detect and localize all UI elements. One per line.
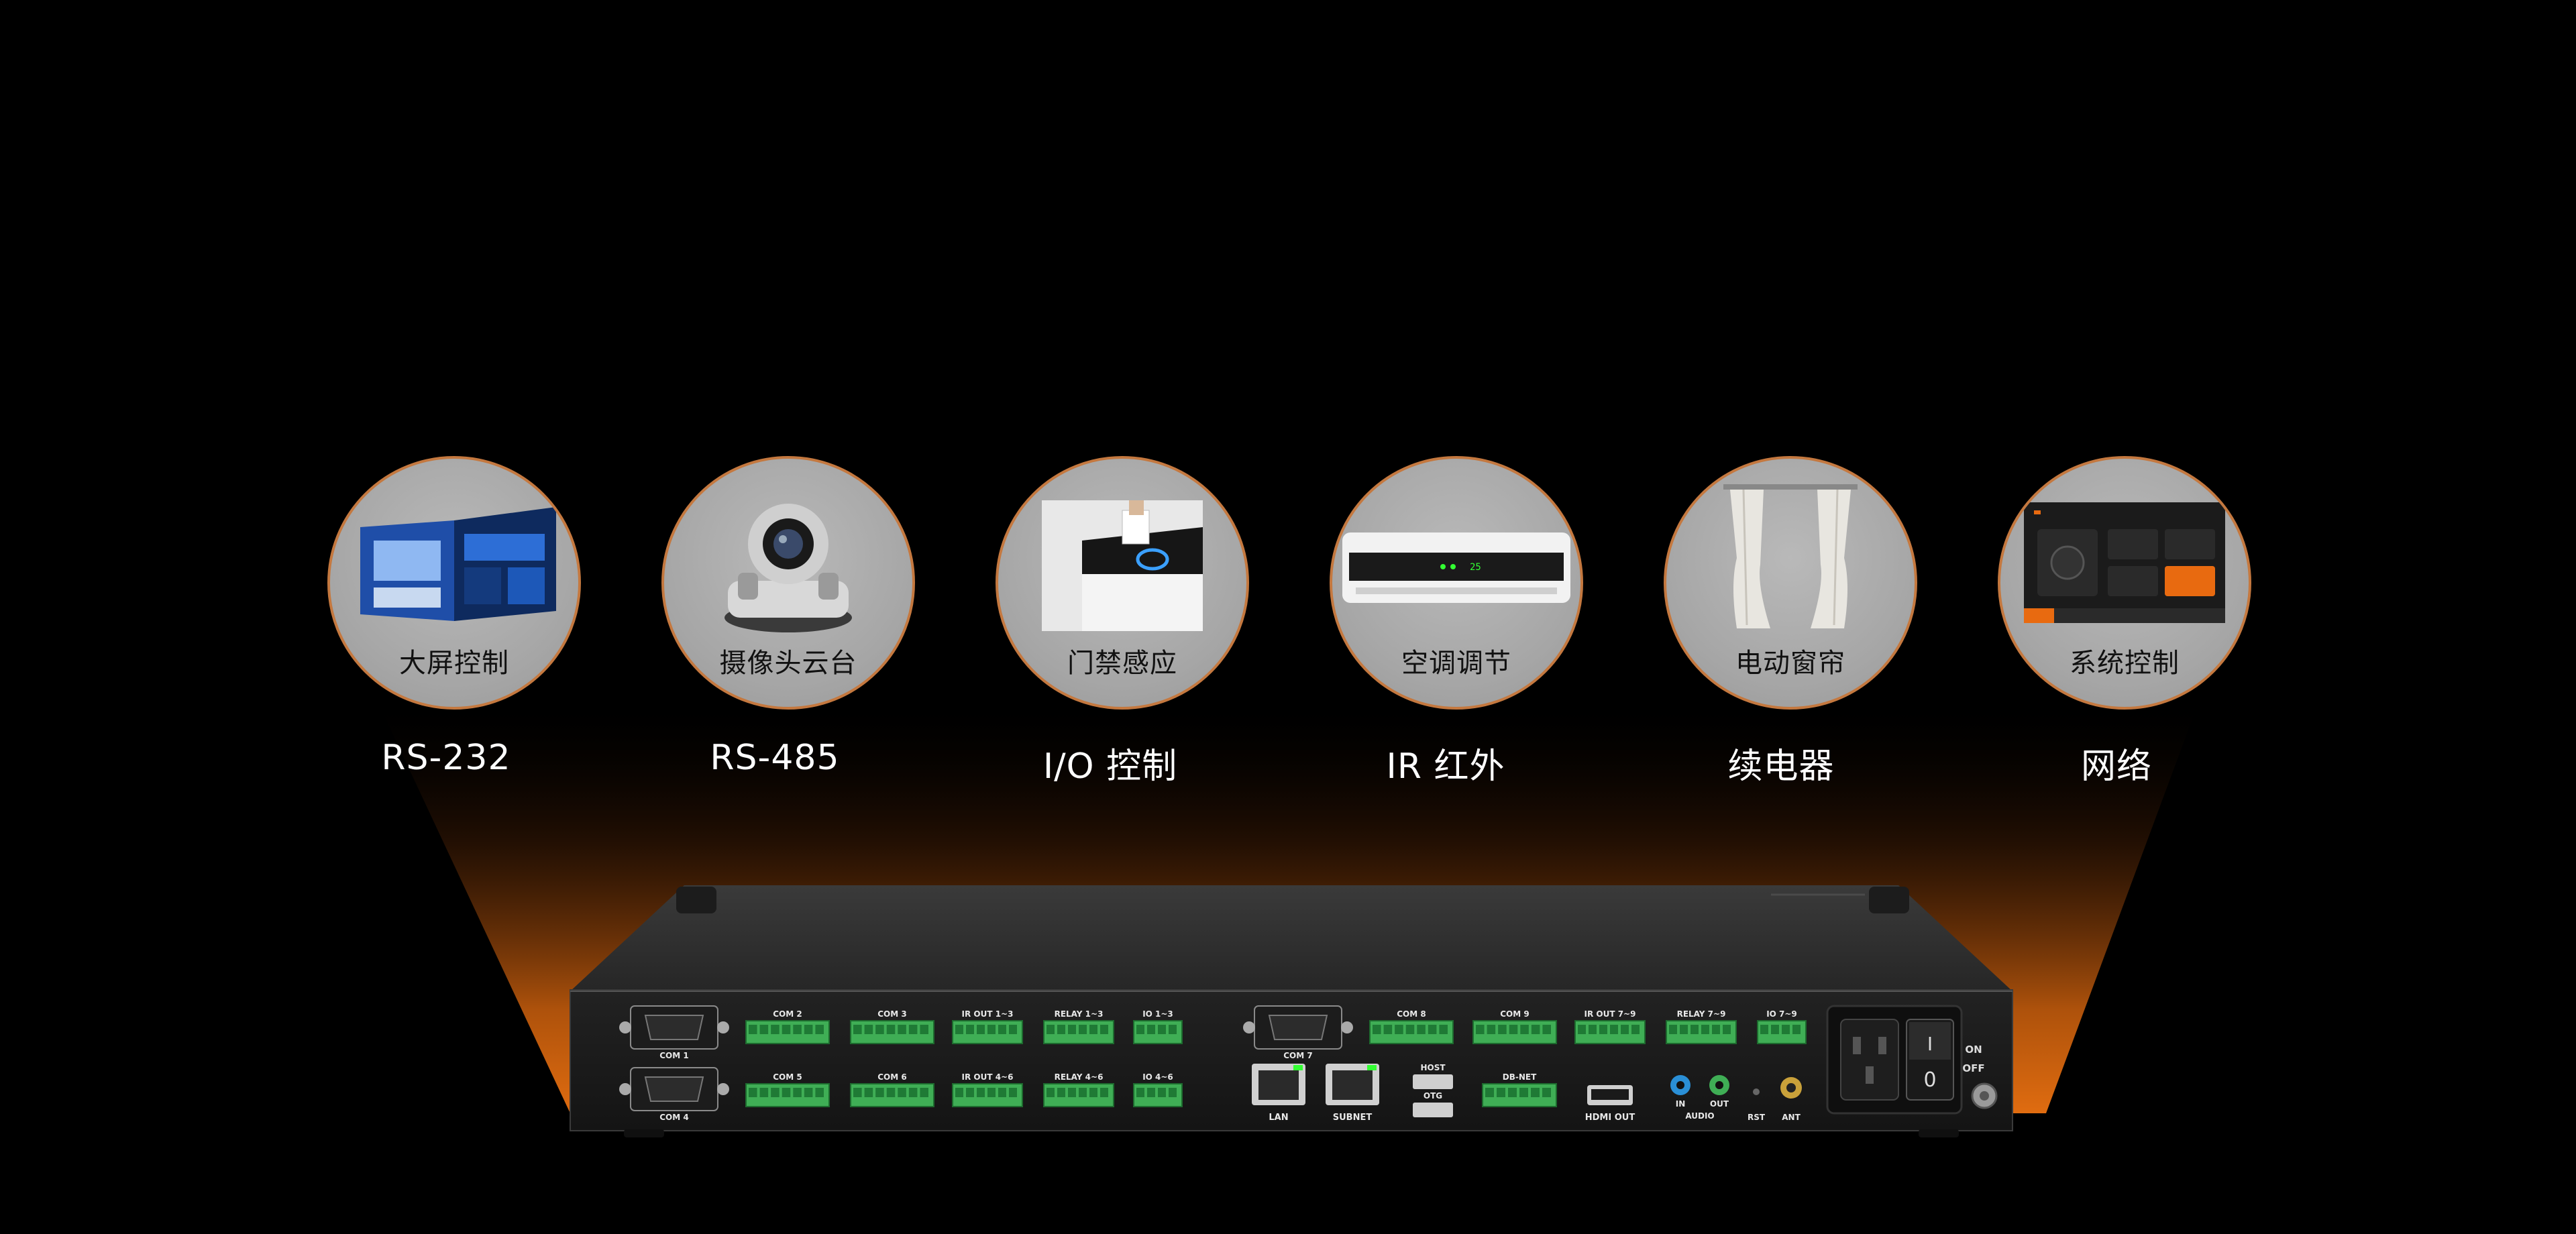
feature-circle-video-wall: 大屏控制 (327, 456, 581, 710)
port-label: OUT (1710, 1099, 1729, 1109)
feature-name: 空调调节 (1401, 648, 1511, 679)
control-panel-icon (2024, 502, 2225, 626)
terminal-label: IR OUT 4~6 (962, 1072, 1014, 1082)
feature-name: 电动窗帘 (1735, 648, 1845, 679)
db9-label: COM 1 (659, 1051, 688, 1060)
feature-circle-access-control: 门禁感应 (996, 456, 1249, 710)
page-canvas: COM 1 COM 4 COM 7 COM 2 COM 3 IR OUT 1~3 RELAY… (0, 0, 2576, 1234)
power-label-off: OFF (1962, 1062, 1984, 1074)
port-label: IN (1676, 1099, 1686, 1109)
port-label: SUBNET (1333, 1113, 1373, 1123)
usb-otg-port (1413, 1103, 1453, 1117)
port-label: AUDIO (1685, 1111, 1714, 1121)
device-top (570, 885, 2012, 991)
feature-circle-curtain: 电动窗帘 (1664, 456, 1917, 710)
terminal-label: IO 1~3 (1142, 1009, 1173, 1019)
feature-circle-system-control: 系统控制 (1998, 456, 2251, 710)
switch-mark-off: 0 (1923, 1068, 1936, 1092)
protocol-label: 网络 (2080, 746, 2152, 787)
air-conditioner-icon: 25 (1342, 532, 1570, 609)
feature-name: 大屏控制 (399, 648, 509, 679)
svg-text:25: 25 (1470, 562, 1481, 573)
usb-host-port (1413, 1074, 1453, 1089)
terminal-label: COM 9 (1500, 1009, 1529, 1019)
terminal-label: IR OUT 1~3 (962, 1009, 1014, 1019)
terminal-label: RELAY 7~9 (1677, 1009, 1726, 1019)
port-label: LAN (1269, 1113, 1288, 1123)
terminal-label: IO 4~6 (1142, 1072, 1173, 1082)
db9-label: COM 7 (1283, 1051, 1312, 1060)
access-card-icon (1042, 500, 1203, 634)
protocol-label: I/O 控制 (1042, 746, 1178, 787)
port-label: HDMI OUT (1585, 1113, 1635, 1123)
terminal-label: RELAY 4~6 (1055, 1072, 1104, 1082)
terminal-label: IR OUT 7~9 (1585, 1009, 1636, 1019)
switch-mark-on: I (1927, 1033, 1933, 1055)
terminal-label: DB-NET (1503, 1072, 1537, 1082)
port-label: OTG (1424, 1091, 1442, 1101)
db9-label: COM 4 (659, 1113, 688, 1122)
terminal-label: COM 5 (773, 1072, 802, 1082)
feature-name: 摄像头云台 (719, 648, 857, 679)
terminal-label: IO 7~9 (1766, 1009, 1797, 1019)
power-socket (1840, 1019, 1899, 1101)
port-label: ANT (1782, 1113, 1801, 1122)
protocol-label: 续电器 (1727, 746, 1835, 787)
port-label: RST (1748, 1113, 1766, 1122)
protocol-label: IR 红外 (1386, 746, 1505, 787)
ptz-camera-icon (714, 500, 862, 637)
video-wall-icon (347, 500, 561, 630)
feature-name: 系统控制 (2070, 648, 2180, 679)
protocol-label: RS-485 (710, 738, 840, 778)
reset-button (1753, 1088, 1760, 1095)
port-label: HOST (1420, 1063, 1446, 1072)
terminal-label: RELAY 1~3 (1055, 1009, 1104, 1019)
terminal-label: COM 2 (773, 1009, 802, 1019)
feature-name: 门禁感应 (1067, 648, 1177, 679)
terminal-label: COM 8 (1397, 1009, 1426, 1019)
protocol-label: RS-232 (381, 738, 511, 778)
terminal-label: COM 3 (877, 1009, 906, 1019)
mount-ear-right (1869, 887, 1909, 913)
power-label-on: ON (1965, 1044, 1982, 1056)
feature-circle-air-conditioner: 25 空调调节 (1330, 456, 1583, 710)
feature-circle-ptz-camera: 摄像头云台 (661, 456, 915, 710)
terminal-label: COM 6 (877, 1072, 906, 1082)
curtain-icon (1723, 484, 1858, 634)
mount-ear-left (676, 887, 716, 913)
